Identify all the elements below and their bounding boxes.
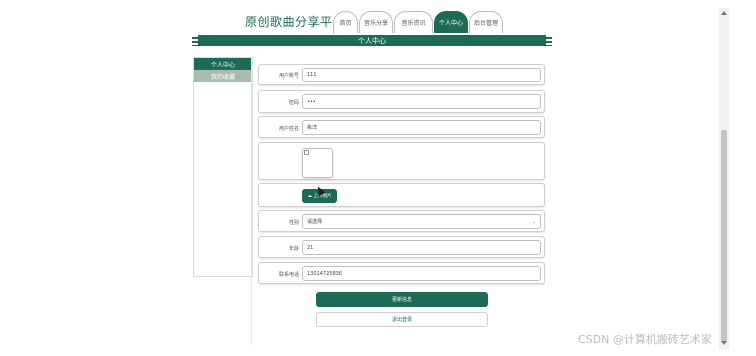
logout-button[interactable]: 退出登录	[316, 312, 488, 327]
phone-label: 联系电话	[278, 272, 299, 278]
nav-tab-music-news[interactable]: 音乐资讯	[394, 11, 433, 33]
form-row-phone: 联系电话 13014725836	[258, 262, 545, 284]
sidebar-item-personal-center[interactable]: 个人中心	[194, 58, 252, 70]
form-row-gender: 性别 请选择 ⌄	[258, 210, 545, 232]
scroll-up-icon[interactable]	[721, 11, 727, 15]
site-title: 原创歌曲分享平台	[245, 15, 346, 29]
gender-label: 性别	[288, 220, 299, 226]
age-input[interactable]: 21	[302, 240, 541, 255]
nav-tab-home[interactable]: 首页	[333, 11, 358, 33]
page-banner: 个人中心	[192, 35, 552, 46]
gender-select[interactable]: 请选择 ⌄	[302, 214, 541, 229]
nav-tab-music-share[interactable]: 音乐分享	[359, 11, 393, 33]
name-input[interactable]: 栋洋	[302, 120, 541, 135]
account-label: 用户账号	[278, 73, 299, 79]
gender-select-value: 请选择	[307, 219, 323, 225]
nav-tab-admin[interactable]: 后台管理	[469, 11, 503, 33]
broken-image-icon	[304, 150, 309, 155]
form-row-account: 用户账号 111	[258, 64, 545, 85]
scroll-down-icon[interactable]	[721, 341, 727, 345]
form-row-password: 密码 •••	[258, 90, 545, 113]
form-row-age: 年龄 21	[258, 236, 545, 258]
password-input[interactable]: •••	[302, 94, 541, 109]
sidebar-item-favorites[interactable]: 我的收藏	[194, 70, 252, 82]
form-row-upload: ☁ 上传图片	[258, 183, 545, 207]
age-label: 年龄	[288, 246, 299, 252]
form-row-name: 用户姓名 栋洋	[258, 116, 545, 138]
update-info-button[interactable]: 更新信息	[316, 292, 488, 307]
chevron-down-icon: ⌄	[531, 218, 536, 225]
form-row-avatar	[258, 142, 545, 180]
account-input[interactable]: 111	[302, 68, 541, 82]
nav-tab-personal-center[interactable]: 个人中心	[434, 11, 468, 33]
name-label: 用户姓名	[278, 126, 299, 132]
password-label: 密码	[288, 100, 299, 106]
sidebar: 个人中心 我的收藏	[193, 57, 253, 277]
watermark: CSDN @计算机搬砖艺术家	[578, 333, 712, 346]
phone-input[interactable]: 13014725836	[302, 266, 541, 281]
banner-title: 个人中心	[358, 36, 386, 45]
scrollbar-thumb[interactable]	[721, 130, 727, 342]
avatar-image	[302, 148, 333, 178]
